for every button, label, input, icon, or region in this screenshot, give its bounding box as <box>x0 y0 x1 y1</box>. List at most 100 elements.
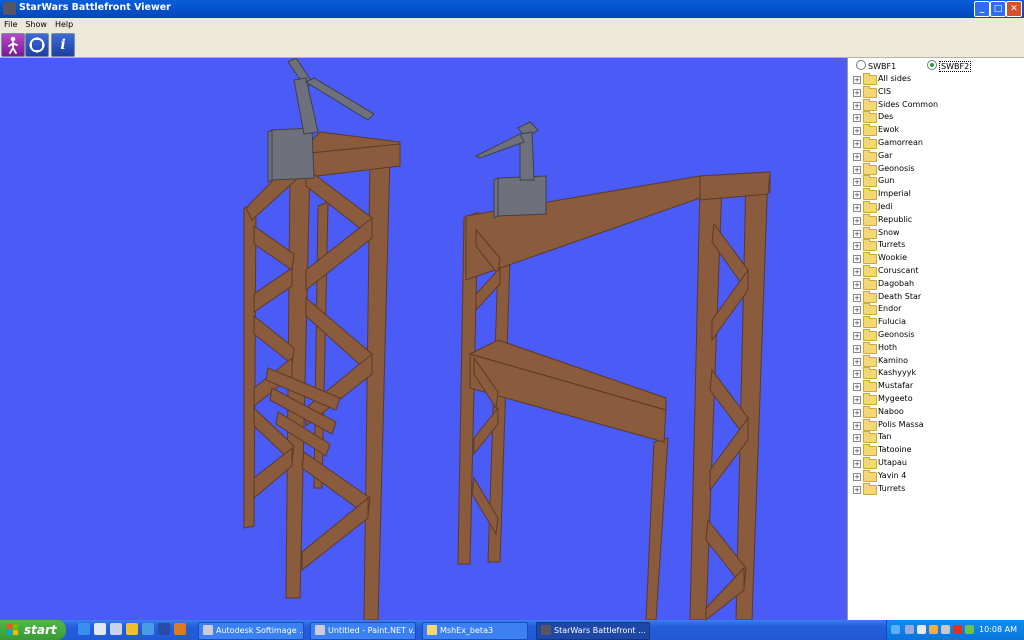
tray-icon[interactable] <box>905 625 914 634</box>
expand-toggle-icon[interactable]: + <box>853 152 861 161</box>
explorer-quicklaunch-icon[interactable] <box>94 623 106 635</box>
tray-icon[interactable] <box>941 625 950 634</box>
tree-item[interactable]: + Naboo <box>848 405 1024 419</box>
tray-icon[interactable] <box>891 625 900 634</box>
expand-toggle-icon[interactable]: + <box>853 472 861 481</box>
tree-item[interactable]: + CIS <box>848 85 1024 99</box>
expand-toggle-icon[interactable]: + <box>853 178 861 187</box>
expand-toggle-icon[interactable]: + <box>853 331 861 340</box>
expand-toggle-icon[interactable]: + <box>853 395 861 404</box>
expand-toggle-icon[interactable]: + <box>853 127 861 136</box>
tree-item[interactable]: + Imperial <box>848 188 1024 201</box>
swbf1-radio[interactable]: SWBF1 <box>856 60 896 71</box>
tree-item[interactable]: + Snow <box>848 226 1024 240</box>
tree-item[interactable]: + Dagobah <box>848 277 1024 291</box>
info-button[interactable]: i <box>51 33 75 57</box>
tree-item[interactable]: + Yavin 4 <box>848 469 1024 483</box>
ie-quicklaunch-icon[interactable] <box>78 623 90 635</box>
expand-toggle-icon[interactable]: + <box>853 280 861 289</box>
tree-item[interactable]: + Polis Massa <box>848 418 1024 432</box>
browser-quicklaunch-icon[interactable] <box>142 623 154 635</box>
expand-toggle-icon[interactable]: + <box>853 319 861 328</box>
menu-file[interactable]: File <box>0 18 21 29</box>
rotate-view-button[interactable] <box>25 33 49 57</box>
word-quicklaunch-icon[interactable] <box>158 623 170 635</box>
tree-item[interactable]: + Mustafar <box>848 380 1024 393</box>
tree-item[interactable]: + Hoth <box>848 341 1024 355</box>
tray-icon[interactable] <box>917 625 926 634</box>
tree-item[interactable]: + Coruscant <box>848 264 1024 278</box>
tree-item[interactable]: + Utapau <box>848 456 1024 470</box>
tree-item[interactable]: + Gar <box>848 149 1024 163</box>
tree-item[interactable]: + Geonosis <box>848 328 1024 342</box>
tree-item[interactable]: + Tan <box>848 431 1024 444</box>
tray-icon[interactable] <box>953 625 962 634</box>
expand-toggle-icon[interactable]: + <box>853 421 861 430</box>
menu-show[interactable]: Show <box>21 18 51 29</box>
expand-toggle-icon[interactable]: + <box>853 408 861 417</box>
expand-toggle-icon[interactable]: + <box>853 139 861 148</box>
expand-toggle-icon[interactable]: + <box>853 216 861 225</box>
expand-toggle-icon[interactable]: + <box>853 76 861 84</box>
walk-mode-button[interactable] <box>1 33 25 57</box>
maximize-button[interactable]: □ <box>990 1 1006 17</box>
tree-item[interactable]: + Gun <box>848 175 1024 188</box>
tree-item[interactable]: + Tatooine <box>848 444 1024 457</box>
expand-toggle-icon[interactable]: + <box>853 447 861 456</box>
tree-item[interactable]: + Wookie <box>848 252 1024 265</box>
expand-toggle-icon[interactable]: + <box>853 267 861 276</box>
tree-item[interactable]: + Geonosis <box>848 162 1024 176</box>
expand-toggle-icon[interactable]: + <box>853 191 861 200</box>
expand-toggle-icon[interactable]: + <box>853 357 861 366</box>
tree-item[interactable]: + Jedi <box>848 200 1024 214</box>
radio-button-selected[interactable] <box>927 60 937 70</box>
task-softimage[interactable]: Autodesk Softimage ... <box>198 622 304 640</box>
tree-item[interactable]: + Mygeeto <box>848 392 1024 406</box>
firefox-quicklaunch-icon[interactable] <box>174 623 186 635</box>
expand-toggle-icon[interactable]: + <box>853 101 861 110</box>
expand-toggle-icon[interactable]: + <box>853 306 861 315</box>
menu-help[interactable]: Help <box>51 18 77 29</box>
tree-item[interactable]: + Turrets <box>848 239 1024 252</box>
radio-button[interactable] <box>856 60 866 70</box>
expand-toggle-icon[interactable]: + <box>853 459 861 468</box>
expand-toggle-icon[interactable]: + <box>853 203 861 212</box>
task-swbf-viewer[interactable]: StarWars Battlefront ... <box>536 622 650 640</box>
expand-toggle-icon[interactable]: + <box>853 434 861 443</box>
media-quicklaunch-icon[interactable] <box>126 623 138 635</box>
tree-item[interactable]: + Fulucia <box>848 316 1024 329</box>
tree-item[interactable]: + Des <box>848 111 1024 124</box>
tray-icon[interactable] <box>965 625 974 634</box>
tree-item[interactable]: + Endor <box>848 303 1024 316</box>
expand-toggle-icon[interactable]: + <box>853 383 861 392</box>
tree-item[interactable]: + Turrets <box>848 482 1024 496</box>
expand-toggle-icon[interactable]: + <box>853 165 861 174</box>
swbf2-radio[interactable]: SWBF2 <box>927 60 972 72</box>
desktop-quicklaunch-icon[interactable] <box>110 623 122 635</box>
tray-icon[interactable] <box>929 625 938 634</box>
expand-toggle-icon[interactable]: + <box>853 114 861 123</box>
start-button[interactable]: start <box>0 620 66 640</box>
expand-toggle-icon[interactable]: + <box>853 229 861 238</box>
minimize-button[interactable]: _ <box>974 1 990 17</box>
expand-toggle-icon[interactable]: + <box>853 242 861 251</box>
tree-item[interactable]: + All sides <box>848 73 1024 86</box>
expand-toggle-icon[interactable]: + <box>853 88 861 97</box>
expand-toggle-icon[interactable]: + <box>853 344 861 353</box>
tree-item[interactable]: + Ewok <box>848 124 1024 137</box>
expand-toggle-icon[interactable]: + <box>853 255 861 264</box>
tree-item[interactable]: + Death Star <box>848 290 1024 304</box>
category-tree[interactable]: + All sides + CIS + Sides Common + Des + Ewok + Gam… <box>848 73 1024 495</box>
tree-item[interactable]: + Kamino <box>848 354 1024 368</box>
3d-viewport[interactable] <box>0 58 847 620</box>
tree-item[interactable]: + Sides Common <box>848 98 1024 112</box>
expand-toggle-icon[interactable]: + <box>853 485 861 494</box>
task-paintnet[interactable]: Untitled - Paint.NET v... <box>310 622 416 640</box>
close-button[interactable]: ✕ <box>1006 1 1022 17</box>
app-icon[interactable] <box>3 2 16 15</box>
task-mshex[interactable]: MshEx_beta3 <box>422 622 528 640</box>
tree-item[interactable]: + Gamorrean <box>848 136 1024 150</box>
tree-item[interactable]: + Kashyyyk <box>848 367 1024 380</box>
expand-toggle-icon[interactable]: + <box>853 293 861 302</box>
tree-item[interactable]: + Republic <box>848 213 1024 227</box>
